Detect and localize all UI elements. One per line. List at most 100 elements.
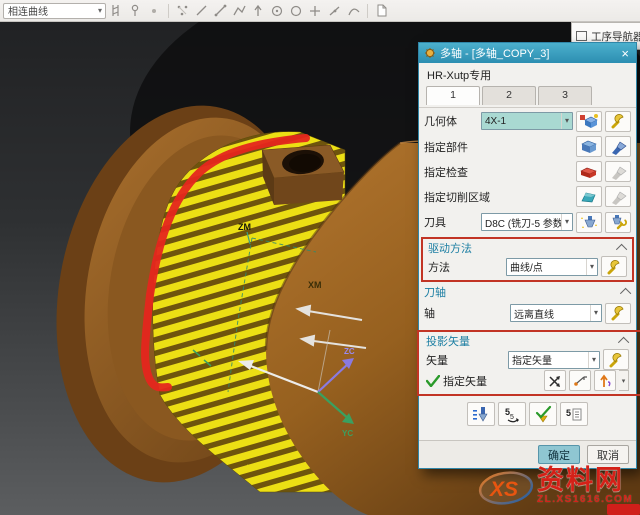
fence-selection-icon[interactable] <box>108 2 125 19</box>
check-body-icon <box>579 164 599 180</box>
tab-2[interactable]: 2 <box>482 86 536 105</box>
line-two-point-icon[interactable] <box>212 2 229 19</box>
dialog-title: 多轴 - [多轴_COPY_3] <box>440 45 549 61</box>
xm-label: XM <box>308 280 322 290</box>
window-icon <box>576 31 587 41</box>
generate-toolpath-button[interactable] <box>467 402 495 426</box>
flashlight-disabled-icon <box>608 189 628 205</box>
collapse-chevron-icon[interactable] <box>616 244 627 255</box>
operation-gear-icon <box>424 47 436 59</box>
curve-rule-dropdown[interactable]: 相连曲线 ▾ <box>3 3 106 19</box>
tool-axis-header[interactable]: 刀轴 <box>419 283 636 300</box>
verify-toolpath-button[interactable] <box>529 402 557 426</box>
edit-geometry-button[interactable] <box>605 111 631 132</box>
method-dropdown[interactable]: 曲线/点 ▾ <box>506 258 598 276</box>
arrow-up-icon[interactable] <box>250 2 267 19</box>
options-dot-icon[interactable] <box>146 2 163 19</box>
vector-zc-axis-button[interactable] <box>594 370 616 391</box>
vector-row: 矢量 指定矢量 ▾ <box>421 349 634 370</box>
specify-vector-label: 指定矢量 <box>443 373 487 389</box>
zc-axis-arrow-icon <box>597 374 613 388</box>
specify-cut-area-button[interactable] <box>576 186 602 207</box>
page-icon[interactable] <box>373 2 390 19</box>
boss-shape <box>262 145 344 205</box>
edit-tool-icon <box>608 214 628 230</box>
point-cluster-icon[interactable] <box>174 2 191 19</box>
cancel-button[interactable]: 取消 <box>587 445 629 464</box>
specify-check-button[interactable] <box>576 161 602 182</box>
chevron-down-icon: ▾ <box>590 305 601 321</box>
specify-part-label: 指定部件 <box>424 139 573 155</box>
axis-dropdown[interactable]: 远离直线 ▾ <box>510 304 602 322</box>
chevron-down-icon: ▾ <box>561 113 572 129</box>
polyline-icon[interactable] <box>231 2 248 19</box>
tool-axis-title: 刀轴 <box>424 284 446 300</box>
diagonal-point-icon[interactable] <box>326 2 343 19</box>
specify-vector-row: 指定矢量 <box>421 370 634 391</box>
toolbar-separator <box>168 4 169 18</box>
toolbar-separator <box>367 4 368 18</box>
action-button-row: 5 5 5 <box>419 402 636 426</box>
new-tool-button[interactable] <box>576 212 602 233</box>
edit-method-button[interactable] <box>601 256 627 277</box>
method-row: 方法 曲线/点 ▾ <box>423 256 632 277</box>
vector-cross-icon <box>547 374 563 388</box>
point-dialog-icon <box>572 374 588 388</box>
list-icon: 5 <box>564 405 584 423</box>
verify-icon <box>533 405 553 423</box>
tab-3[interactable]: 3 <box>538 86 592 105</box>
list-toolpath-button[interactable]: 5 <box>560 402 588 426</box>
method-value: 曲线/点 <box>510 259 543 274</box>
collapse-chevron-icon[interactable] <box>618 337 629 348</box>
edit-axis-button[interactable] <box>605 303 631 324</box>
profile-label: HR-Xutp专用 <box>419 63 636 83</box>
circle-center-icon[interactable] <box>269 2 286 19</box>
top-toolbar: 相连曲线 ▾ <box>0 0 640 22</box>
select-check-button[interactable] <box>605 161 631 182</box>
green-check-icon <box>426 375 440 387</box>
dialog-tabs: 1 2 3 <box>419 83 636 108</box>
drive-method-header[interactable]: 驱动方法 <box>423 240 632 256</box>
geometry-dropdown[interactable]: 4X-1 ▾ <box>481 112 573 130</box>
specify-part-row: 指定部件 <box>419 134 636 159</box>
edit-tool-button[interactable] <box>605 212 631 233</box>
watermark-logo-text: XS <box>489 478 518 501</box>
line-icon[interactable] <box>193 2 210 19</box>
vector-dropdown[interactable]: 指定矢量 ▾ <box>508 351 600 369</box>
geometry-row: 几何体 4X-1 ▾ <box>419 108 636 134</box>
flashlight-icon <box>608 139 628 155</box>
new-tool-icon <box>579 214 599 230</box>
tool-label: 刀具 <box>424 214 478 230</box>
flashlight-disabled-icon <box>608 164 628 180</box>
ok-button[interactable]: 确定 <box>538 445 580 464</box>
select-cut-area-button[interactable] <box>605 186 631 207</box>
snap-point-icon[interactable] <box>127 2 144 19</box>
wrench-icon <box>607 352 625 368</box>
projection-vector-highlight: 投影矢量 矢量 指定矢量 ▾ 指定矢量 <box>417 330 640 396</box>
vector-point-dialog-button[interactable] <box>569 370 591 391</box>
tab-1[interactable]: 1 <box>426 86 480 105</box>
circle-icon[interactable] <box>288 2 305 19</box>
specify-cut-area-label: 指定切削区域 <box>424 189 573 205</box>
specify-check-row: 指定检查 <box>419 159 636 184</box>
plus-icon[interactable] <box>307 2 324 19</box>
geometry-value: 4X-1 <box>485 116 506 127</box>
new-geometry-button[interactable] <box>576 111 602 132</box>
projection-vector-header[interactable]: 投影矢量 <box>421 333 634 349</box>
tool-dropdown[interactable]: D8C (铣刀-5 参数 ▾ <box>481 213 573 231</box>
select-part-button[interactable] <box>605 136 631 157</box>
dialog-title-bar[interactable]: 多轴 - [多轴_COPY_3] × <box>419 43 636 63</box>
dialog-footer: 确定 取消 <box>419 440 636 468</box>
cut-area-icon <box>579 189 599 205</box>
vector-inferred-button[interactable] <box>544 370 566 391</box>
chevron-down-icon: ▾ <box>561 214 572 230</box>
collapse-chevron-icon[interactable] <box>620 287 631 298</box>
replay-toolpath-button[interactable]: 5 5 <box>498 402 526 426</box>
close-icon[interactable]: × <box>619 47 631 60</box>
chevron-down-icon: ▾ <box>586 259 597 275</box>
edit-vector-button[interactable] <box>603 349 629 370</box>
vector-type-dropdown[interactable]: ▾ <box>619 370 629 391</box>
arc-icon[interactable] <box>345 2 362 19</box>
specify-part-button[interactable] <box>576 136 602 157</box>
geometry-label: 几何体 <box>424 113 478 129</box>
